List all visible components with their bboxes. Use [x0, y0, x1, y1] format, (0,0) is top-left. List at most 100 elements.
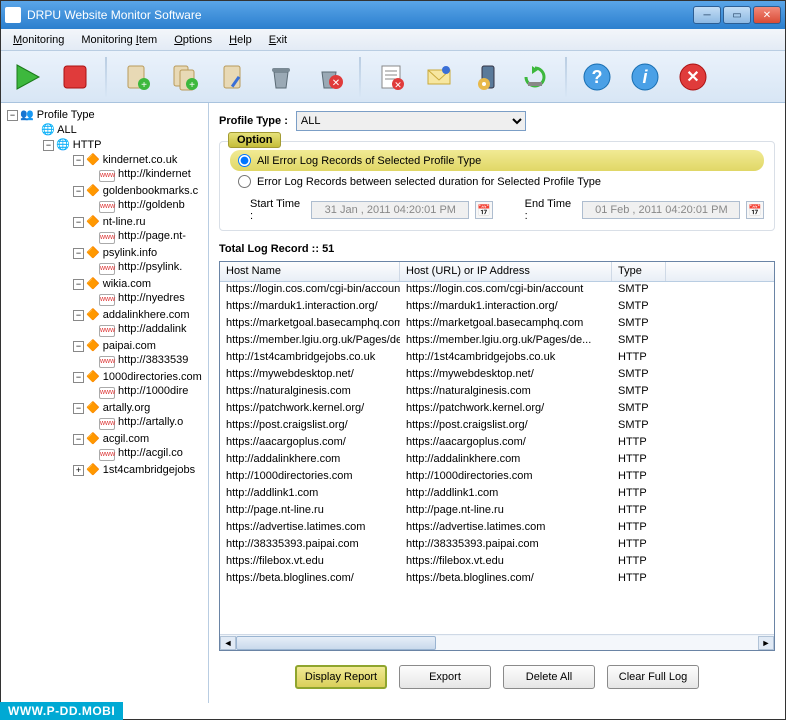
tree-url[interactable]: www http://3833539 — [3, 353, 206, 369]
tree-all[interactable]: 🌐 ALL — [3, 122, 206, 137]
menu-monitoring[interactable]: Monitoring — [5, 32, 72, 48]
cell-url: https://aacargoplus.com/ — [400, 435, 612, 452]
table-row[interactable]: http://38335393.paipai.comhttp://3833539… — [220, 537, 774, 554]
cell-url: https://post.craigslist.org/ — [400, 418, 612, 435]
radio-duration-logs[interactable]: Error Log Records between selected durat… — [230, 171, 764, 192]
tree-url[interactable]: www http://artally.o — [3, 415, 206, 431]
mail-icon[interactable] — [419, 57, 459, 97]
tree-url[interactable]: www http://acgil.co — [3, 446, 206, 462]
tree-site[interactable]: −🔶 artally.org — [3, 400, 206, 415]
scroll-thumb[interactable] — [236, 636, 436, 650]
col-type[interactable]: Type — [612, 262, 666, 281]
minimize-button[interactable]: ─ — [693, 6, 721, 24]
menu-help[interactable]: Help — [221, 32, 260, 48]
cell-type: HTTP — [612, 452, 666, 469]
stop-button[interactable] — [55, 57, 95, 97]
play-button[interactable] — [7, 57, 47, 97]
delete-all-button[interactable]: Delete All — [503, 665, 595, 689]
table-row[interactable]: https://post.craigslist.org/https://post… — [220, 418, 774, 435]
export-button[interactable]: Export — [399, 665, 491, 689]
display-report-button[interactable]: Display Report — [295, 665, 387, 689]
radio-all-logs[interactable]: All Error Log Records of Selected Profil… — [230, 150, 764, 171]
info-icon[interactable]: i — [625, 57, 665, 97]
total-log-label: Total Log Record :: 51 — [219, 243, 775, 255]
cell-url: http://38335393.paipai.com — [400, 537, 612, 554]
tree-site[interactable]: +🔶 1st4cambridgejobs — [3, 462, 206, 477]
table-row[interactable]: https://naturalginesis.comhttps://natura… — [220, 384, 774, 401]
document-icon[interactable]: ✕ — [371, 57, 411, 97]
cell-hostname: https://patchwork.kernel.org/ — [220, 401, 400, 418]
tree-http[interactable]: −🌐 HTTP — [1, 137, 206, 152]
tree-url[interactable]: www http://page.nt- — [3, 229, 206, 245]
table-row[interactable]: https://login.cos.com/cgi-bin/accounthtt… — [220, 282, 774, 299]
menu-options[interactable]: Options — [166, 32, 220, 48]
start-time-input[interactable] — [311, 201, 469, 219]
help-icon[interactable]: ? — [577, 57, 617, 97]
clear-log-button[interactable]: Clear Full Log — [607, 665, 699, 689]
tree-url[interactable]: www http://psylink. — [3, 260, 206, 276]
close-button[interactable]: ✕ — [753, 6, 781, 24]
table-row[interactable]: https://beta.bloglines.com/https://beta.… — [220, 571, 774, 588]
cell-type: SMTP — [612, 418, 666, 435]
tree-site[interactable]: −🔶 addalinkhere.com — [3, 307, 206, 322]
table-row[interactable]: http://1000directories.comhttp://1000dir… — [220, 469, 774, 486]
calendar-start-icon[interactable]: 📅 — [475, 201, 493, 219]
end-time-input[interactable] — [582, 201, 740, 219]
trash-icon[interactable] — [261, 57, 301, 97]
table-row[interactable]: https://marduk1.interaction.org/https://… — [220, 299, 774, 316]
clipboard-plus-1-icon[interactable]: + — [117, 57, 157, 97]
maximize-button[interactable]: ▭ — [723, 6, 751, 24]
tree-site[interactable]: −🔶 wikia.com — [3, 276, 206, 291]
scroll-right-icon[interactable]: ► — [758, 636, 774, 650]
menu-exit[interactable]: Exit — [261, 32, 295, 48]
cancel-icon[interactable]: ✕ — [673, 57, 713, 97]
tree-url[interactable]: www http://kindernet — [3, 167, 206, 183]
table-row[interactable]: https://advertise.latimes.comhttps://adv… — [220, 520, 774, 537]
tree-site[interactable]: −🔶 acgil.com — [3, 431, 206, 446]
profile-type-select[interactable]: ALL — [296, 111, 526, 131]
cell-url: http://addalinkhere.com — [400, 452, 612, 469]
option-group: Option All Error Log Records of Selected… — [219, 141, 775, 231]
menu-monitoring-item[interactable]: Monitoring Item — [73, 32, 165, 48]
horizontal-scrollbar[interactable]: ◄ ► — [220, 634, 774, 650]
edit-icon[interactable] — [213, 57, 253, 97]
tree-site[interactable]: −🔶 nt-line.ru — [3, 214, 206, 229]
tree-url[interactable]: www http://addalink — [3, 322, 206, 338]
table-row[interactable]: https://member.lgiu.org.uk/Pages/defa...… — [220, 333, 774, 350]
trash-delete-icon[interactable]: ✕ — [309, 57, 349, 97]
table-row[interactable]: http://addalinkhere.comhttp://addalinkhe… — [220, 452, 774, 469]
tree-url[interactable]: www http://goldenb — [3, 198, 206, 214]
scroll-left-icon[interactable]: ◄ — [220, 636, 236, 650]
table-row[interactable]: https://filebox.vt.eduhttps://filebox.vt… — [220, 554, 774, 571]
radio-all-input[interactable] — [238, 154, 251, 167]
cell-url: https://patchwork.kernel.org/ — [400, 401, 612, 418]
gear-phone-icon[interactable] — [467, 57, 507, 97]
tree-url[interactable]: www http://nyedres — [3, 291, 206, 307]
tree-site[interactable]: −🔶 paipai.com — [3, 338, 206, 353]
col-hostname[interactable]: Host Name — [220, 262, 400, 281]
calendar-end-icon[interactable]: 📅 — [746, 201, 764, 219]
clipboard-plus-2-icon[interactable]: + — [165, 57, 205, 97]
refresh-icon[interactable] — [515, 57, 555, 97]
table-row[interactable]: https://patchwork.kernel.org/https://pat… — [220, 401, 774, 418]
tree-site[interactable]: −🔶 1000directories.com — [3, 369, 206, 384]
grid-body[interactable]: https://login.cos.com/cgi-bin/accounthtt… — [220, 282, 774, 634]
cell-type: SMTP — [612, 384, 666, 401]
table-row[interactable]: http://page.nt-line.ruhttp://page.nt-lin… — [220, 503, 774, 520]
tree-site[interactable]: −🔶 goldenbookmarks.c — [3, 183, 206, 198]
table-row[interactable]: https://marketgoal.basecamphq.comhttps:/… — [220, 316, 774, 333]
tree-panel[interactable]: −👥 Profile Type 🌐 ALL −🌐 HTTP −🔶 kindern… — [1, 103, 209, 703]
table-row[interactable]: https://mywebdesktop.net/https://mywebde… — [220, 367, 774, 384]
tree-url[interactable]: www http://1000dire — [3, 384, 206, 400]
tree-site[interactable]: −🔶 psylink.info — [3, 245, 206, 260]
col-url[interactable]: Host (URL) or IP Address — [400, 262, 612, 281]
table-row[interactable]: http://1st4cambridgejobs.co.ukhttp://1st… — [220, 350, 774, 367]
tree-root[interactable]: −👥 Profile Type — [3, 107, 206, 122]
table-row[interactable]: http://addlink1.comhttp://addlink1.comHT… — [220, 486, 774, 503]
radio-all-label: All Error Log Records of Selected Profil… — [257, 155, 481, 167]
table-row[interactable]: https://aacargoplus.com/https://aacargop… — [220, 435, 774, 452]
tree-site[interactable]: −🔶 kindernet.co.uk — [3, 152, 206, 167]
log-grid: Host Name Host (URL) or IP Address Type … — [219, 261, 775, 651]
cell-hostname: https://advertise.latimes.com — [220, 520, 400, 537]
radio-duration-input[interactable] — [238, 175, 251, 188]
